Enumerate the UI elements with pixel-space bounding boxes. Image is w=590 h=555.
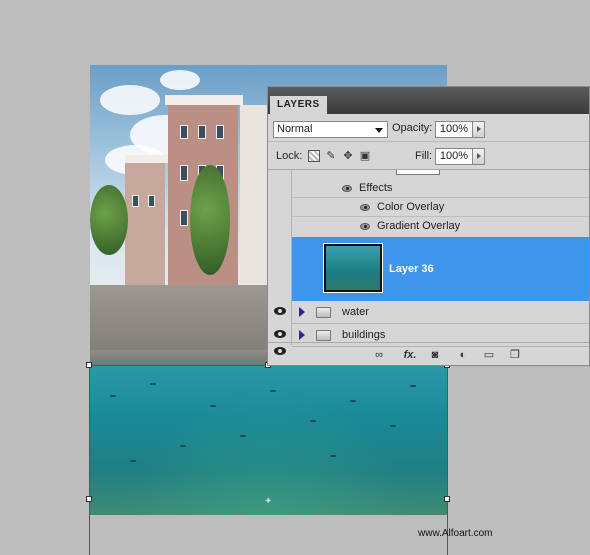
expand-triangle-icon[interactable] [299,330,305,340]
fill-field[interactable]: 100% [435,148,473,165]
transform-handle-middle-left[interactable] [86,496,92,502]
link-icon[interactable]: ∞ [372,348,386,362]
effect-color-overlay-row[interactable]: Color Overlay [292,198,589,217]
new-layer-icon[interactable]: ❐ [508,348,522,362]
layer-thumbnail-stub [396,170,440,175]
folder-icon[interactable]: ▭ [482,348,496,362]
folder-icon [316,330,331,341]
blend-mode-select[interactable]: Normal [273,121,388,138]
layers-panel: LAYERS Normal Opacity: 100% Lock: ✎ ✥ ▣ … [267,86,590,366]
group-label-water: water [342,306,369,318]
opacity-slider-arrow-icon[interactable] [472,121,485,138]
selected-layer-name[interactable]: Layer 36 [389,237,434,301]
layer-list: Effects Color Overlay Gradient Overlay L… [268,170,589,355]
adjustment-icon[interactable]: ◐ [456,348,470,362]
tab-layers[interactable]: LAYERS [270,96,327,114]
mask-icon[interactable]: ◙ [428,348,442,362]
chevron-down-icon [375,128,383,133]
lock-transparency-icon[interactable] [308,150,320,162]
lock-position-move-icon[interactable]: ✥ [342,150,354,162]
fill-label: Fill: [415,150,433,162]
effects-visibility-eye-icon[interactable] [342,185,352,192]
buildings-eye-icon[interactable] [274,330,286,338]
transform-handle-middle-right[interactable] [444,496,450,502]
folder-icon [316,307,331,318]
lock-row: Lock: ✎ ✥ ▣ Fill: 100% [268,142,589,170]
water-eye-icon[interactable] [274,307,286,315]
lock-label: Lock: [276,150,303,162]
group-row-water[interactable]: water [292,301,589,324]
transform-center-icon[interactable]: ✦ [264,497,274,507]
expand-triangle-icon[interactable] [299,307,305,317]
panel-bottom-toolbar: ∞ fx. ◙ ◐ ▭ ❐ [268,342,589,365]
effects-label: Effects [359,182,393,194]
color-overlay-eye-icon[interactable] [360,204,370,211]
lock-image-brush-icon[interactable]: ✎ [325,150,337,162]
effect-gradient-overlay-row[interactable]: Gradient Overlay [292,217,589,236]
layer-row-selected[interactable]: Layer 36 [292,237,589,301]
gradient-overlay-eye-icon[interactable] [360,223,370,230]
watermark: www.Alfoart.com [418,528,493,539]
lock-all-padlock-icon[interactable]: ▣ [359,150,371,162]
effect-gradient-overlay-label: Gradient Overlay [377,220,461,232]
blend-row: Normal Opacity: 100% [268,114,589,142]
layer-thumbnail [323,243,383,293]
panel-tab-bar: LAYERS [268,87,589,114]
opacity-label: Opacity: [392,122,433,134]
fill-slider-arrow-icon[interactable] [472,148,485,165]
visibility-column [268,170,292,345]
blend-mode-value: Normal [277,123,313,135]
opacity-field[interactable]: 100% [435,121,473,138]
fx-icon[interactable]: fx. [401,348,419,362]
effect-color-overlay-label: Color Overlay [377,201,445,213]
effects-row[interactable]: Effects [292,179,589,198]
transform-handle-top-left[interactable] [86,362,92,368]
transform-bounding-box[interactable]: ✦ [86,362,450,555]
